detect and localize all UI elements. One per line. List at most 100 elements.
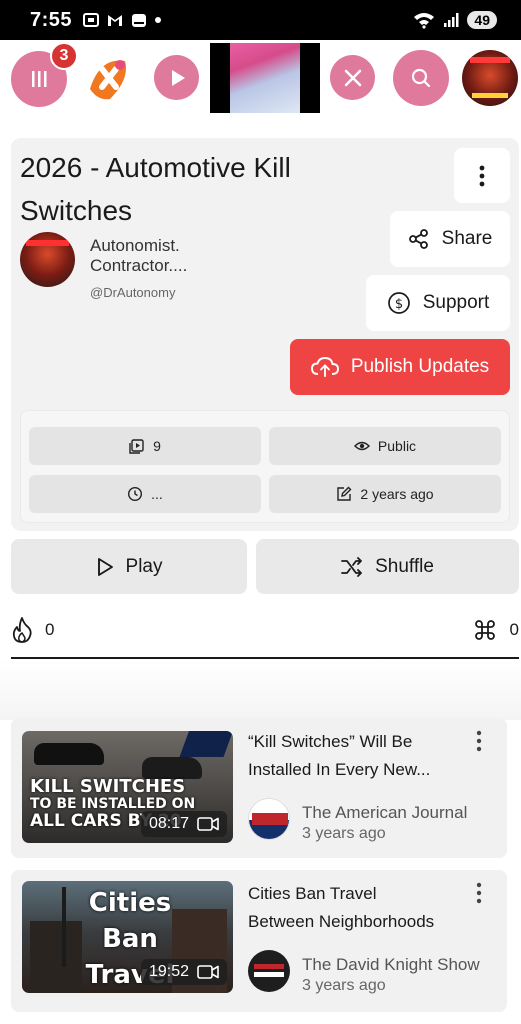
shuffle-label: Shuffle — [375, 555, 434, 577]
video-duration-text: 19:52 — [148, 963, 189, 980]
section-divider — [11, 657, 519, 659]
author-name[interactable]: Autonomist. Contractor.... — [90, 236, 240, 276]
video-age: 3 years ago — [302, 825, 386, 842]
support-button[interactable]: $ Support — [366, 275, 510, 331]
list-spacer — [0, 660, 521, 720]
video-title-line: Installed In Every New... — [248, 760, 431, 779]
playlist-more-button[interactable] — [454, 148, 510, 203]
play-all-button[interactable]: Play — [11, 539, 247, 594]
video-count-pill: 9 — [29, 427, 261, 465]
edit-icon — [337, 486, 352, 501]
battery-indicator: 49 — [467, 11, 497, 29]
video-more-button[interactable] — [476, 730, 482, 757]
channel-avatar-stripe — [254, 972, 284, 977]
close-player-button[interactable] — [330, 55, 375, 100]
publish-updates-button[interactable]: Publish Updates — [290, 339, 510, 395]
queue-icon — [32, 71, 47, 87]
duration-pill: ... — [29, 475, 261, 513]
video-thumbnail[interactable]: Cities Ban Travel 19:52 — [22, 881, 233, 993]
channel-avatar-stripe — [252, 813, 288, 825]
avatar-banner — [470, 57, 510, 63]
svg-text:$: $ — [395, 297, 403, 312]
gmail-icon — [108, 15, 123, 26]
thumb-building-shape — [30, 921, 82, 993]
thumb-car-shape — [34, 743, 104, 765]
visibility-value: Public — [377, 438, 417, 454]
thumb-text-line: Ban — [102, 924, 158, 954]
duration-value: ... — [151, 486, 163, 502]
top-navigation: 3 — [0, 40, 521, 122]
avatar-caption — [472, 93, 508, 98]
user-avatar[interactable] — [462, 50, 518, 106]
reaction-counts: 0 0 — [11, 612, 519, 648]
video-title-line: “Kill Switches” Will Be — [248, 732, 413, 751]
status-time: 7:55 — [30, 8, 73, 31]
video-title-line: Cities Ban Travel — [248, 884, 377, 903]
support-label: Support — [422, 292, 490, 313]
playlist-video-icon — [129, 439, 144, 454]
likes-group[interactable]: 0 — [11, 617, 54, 643]
channel-name[interactable]: The David Knight Show — [302, 955, 507, 975]
video-thumbnail[interactable]: KILL SWITCHES TO BE INSTALLED ON ALL CAR… — [22, 731, 233, 843]
thumb-pole-shape — [62, 887, 66, 967]
status-notification-icons — [82, 11, 162, 29]
video-count: 9 — [153, 438, 161, 454]
shares-count: 0 — [509, 620, 519, 639]
thumb-text-line: Cities — [88, 888, 172, 918]
command-icon — [474, 620, 495, 640]
channel-avatar-stripe — [254, 964, 284, 969]
shares-group[interactable]: 0 — [474, 619, 519, 641]
play-queue-button[interactable] — [154, 55, 199, 100]
search-icon — [411, 68, 431, 88]
video-list-item[interactable]: Cities Ban Travel 19:52 Cities Ban Trave… — [11, 870, 507, 1012]
play-icon — [171, 69, 185, 86]
publish-updates-label: Publish Updates — [350, 356, 490, 377]
shuffle-icon — [341, 556, 362, 577]
dot-icon — [155, 17, 162, 23]
author-handle[interactable]: @DrAutonomy — [90, 285, 175, 300]
thumb-corner-banner — [179, 731, 233, 757]
visibility-pill: Public — [269, 427, 501, 465]
fire-icon — [12, 617, 32, 643]
channel-avatar[interactable] — [248, 950, 290, 992]
channel-name[interactable]: The American Journal — [302, 803, 507, 823]
share-label: Share — [441, 228, 493, 249]
search-button[interactable] — [393, 50, 449, 106]
author-name-text: Autonomist. Contractor.... — [90, 236, 188, 275]
app-logo[interactable] — [80, 49, 138, 107]
now-playing-image — [230, 43, 300, 113]
playlist-stats: 9 Public ... 2 years ago — [20, 410, 510, 523]
screenshot-icon — [83, 13, 100, 27]
play-outline-icon — [97, 557, 113, 576]
video-age: 3 years ago — [302, 977, 386, 994]
video-duration: 19:52 — [140, 959, 227, 985]
more-vertical-icon — [476, 730, 482, 752]
thumb-text-line: KILL SWITCHES — [30, 776, 186, 797]
video-list-item[interactable]: KILL SWITCHES TO BE INSTALLED ON ALL CAR… — [11, 718, 507, 858]
video-more-button[interactable] — [476, 882, 482, 909]
video-duration-text: 08:17 — [148, 815, 189, 832]
video-title[interactable]: “Kill Switches” Will Be Installed In Eve… — [248, 728, 478, 784]
author-avatar[interactable] — [20, 232, 75, 287]
playlist-title: 2026 - Automotive Kill Switches — [20, 152, 291, 226]
now-playing-thumbnail[interactable] — [210, 43, 320, 113]
clock-icon — [128, 486, 143, 502]
wifi-icon — [414, 13, 435, 29]
video-camera-icon — [197, 817, 219, 831]
shuffle-button[interactable]: Shuffle — [256, 539, 519, 594]
queue-count-badge: 3 — [50, 42, 78, 70]
video-title[interactable]: Cities Ban Travel Between Neighborhoods — [248, 880, 478, 936]
playlist-header-card: 2026 - Automotive Kill Switches Autonomi… — [11, 138, 519, 531]
share-button[interactable]: Share — [390, 211, 510, 267]
author-avatar-banner — [26, 240, 69, 246]
updated-pill: 2 years ago — [269, 475, 501, 513]
more-vertical-icon — [476, 882, 482, 904]
video-duration: 08:17 — [140, 811, 227, 837]
channel-avatar[interactable] — [248, 798, 290, 840]
share-icon — [408, 229, 428, 249]
video-camera-icon — [197, 965, 219, 979]
video-title-line: Between Neighborhoods — [248, 912, 435, 931]
play-all-label: Play — [125, 555, 163, 577]
dollar-circle-icon: $ — [387, 292, 410, 314]
app-logo-icon — [81, 50, 137, 106]
